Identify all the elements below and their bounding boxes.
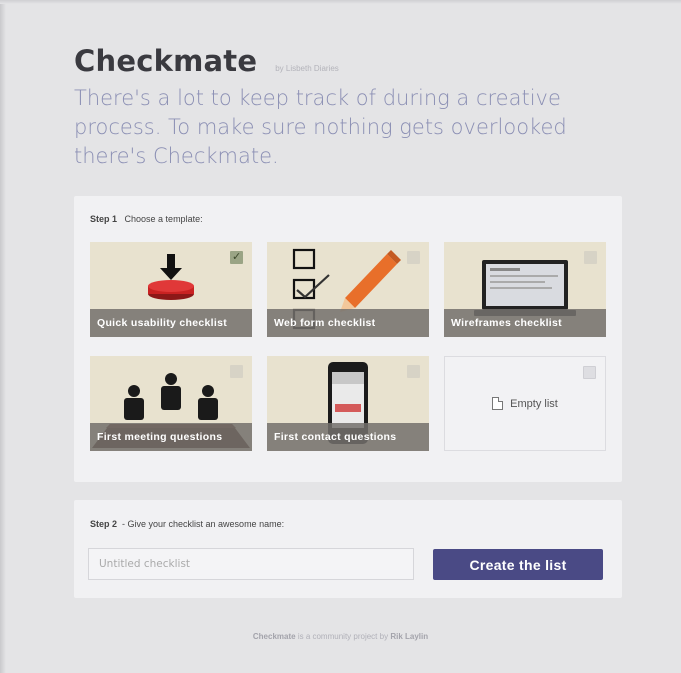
step-2-label: Step 2 - Give your checklist an awesome n… bbox=[90, 519, 284, 529]
template-checkbox[interactable] bbox=[407, 251, 420, 264]
page-edge bbox=[0, 0, 6, 673]
template-label: Wireframes checklist bbox=[444, 309, 606, 337]
footer-brand: Checkmate bbox=[252, 632, 296, 641]
template-checkbox[interactable] bbox=[230, 250, 243, 264]
intro-text: There's a lot to keep track of during a … bbox=[74, 86, 567, 168]
page-edge-top bbox=[0, 0, 681, 4]
step-1-text: Choose a template: bbox=[124, 214, 203, 224]
footer: Checkmate is a community project by Rik … bbox=[0, 632, 681, 641]
step-1-label: Step 1 Choose a template: bbox=[90, 214, 203, 224]
template-first-contact[interactable]: First contact questions bbox=[267, 356, 429, 451]
checklist-name-input[interactable] bbox=[88, 548, 414, 580]
by-line: by Lisbeth Diaries bbox=[275, 64, 339, 73]
empty-list-content: Empty list bbox=[445, 397, 605, 410]
step-1-number: Step 1 bbox=[90, 214, 118, 224]
template-web-form[interactable]: Web form checklist bbox=[267, 242, 429, 337]
template-empty-list[interactable]: Empty list bbox=[444, 356, 606, 451]
header: Checkmate by Lisbeth Diaries There's a l… bbox=[74, 44, 614, 171]
red-button-icon bbox=[148, 280, 194, 300]
pencil-icon bbox=[340, 250, 401, 312]
laptop-icon bbox=[474, 260, 576, 316]
arrow-down-icon bbox=[160, 254, 182, 280]
create-list-button[interactable]: Create the list bbox=[433, 549, 603, 580]
template-checkbox[interactable] bbox=[584, 251, 597, 264]
template-checkbox[interactable] bbox=[230, 365, 243, 378]
step-2-number: Step 2 bbox=[90, 519, 118, 529]
document-icon bbox=[492, 397, 504, 410]
step-2-text: - Give your checklist an awesome name: bbox=[122, 519, 285, 529]
title-row: Checkmate by Lisbeth Diaries bbox=[74, 44, 614, 78]
template-wireframes[interactable]: Wireframes checklist bbox=[444, 242, 606, 337]
page-title: Checkmate bbox=[74, 44, 258, 78]
template-label: Empty list bbox=[510, 397, 558, 410]
template-label: First meeting questions bbox=[90, 423, 252, 451]
footer-author-link[interactable]: Rik Laylin bbox=[390, 632, 428, 641]
template-label: Quick usability checklist bbox=[90, 309, 252, 337]
template-label: Web form checklist bbox=[267, 309, 429, 337]
step-2-panel: Step 2 - Give your checklist an awesome n… bbox=[74, 500, 622, 598]
template-label: First contact questions bbox=[267, 423, 429, 451]
meeting-people-icon bbox=[124, 373, 218, 420]
template-checkbox[interactable] bbox=[407, 365, 420, 378]
step-1-panel: Step 1 Choose a template: Quick usabilit… bbox=[74, 196, 622, 482]
template-quick-usability[interactable]: Quick usability checklist bbox=[90, 242, 252, 337]
template-checkbox[interactable] bbox=[583, 366, 596, 379]
footer-text: is a community project by bbox=[297, 632, 389, 641]
template-first-meeting[interactable]: First meeting questions bbox=[90, 356, 252, 451]
